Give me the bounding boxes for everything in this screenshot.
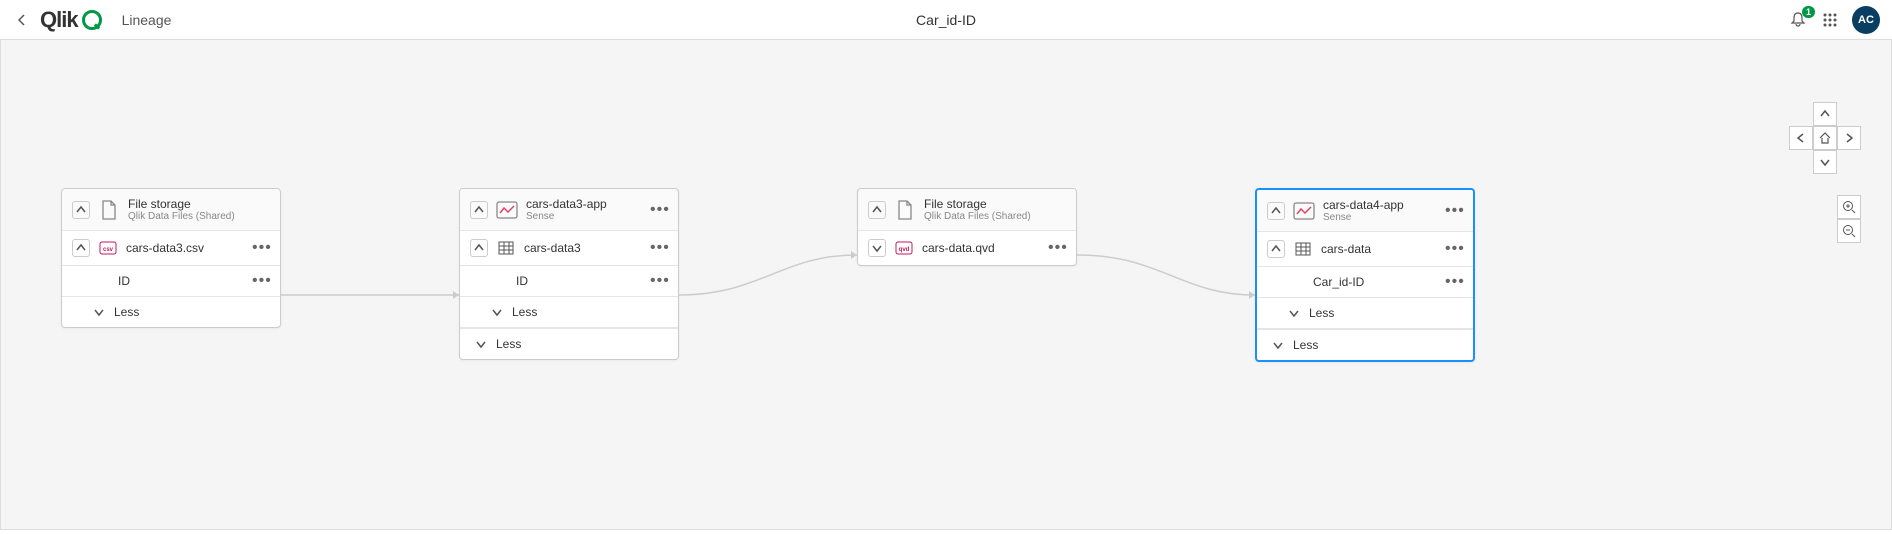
file-icon <box>894 199 916 221</box>
field-label: Car_id-ID <box>1313 275 1445 289</box>
pan-right-button[interactable] <box>1837 126 1861 150</box>
qlik-q-icon <box>82 10 102 30</box>
child-label: cars-data3 <box>524 241 650 255</box>
pan-controls <box>1789 102 1861 174</box>
field-row[interactable]: ID••• <box>460 266 678 297</box>
svg-text:csv: csv <box>103 247 114 253</box>
less-label: Less <box>114 305 270 319</box>
child-label: cars-data <box>1321 242 1445 256</box>
node-header: cars-data4-appSense••• <box>1257 190 1473 232</box>
node-subtitle: Sense <box>526 211 650 222</box>
less-label: Less <box>512 305 668 319</box>
chevron-down-icon <box>1289 308 1301 318</box>
node-title: cars-data3-app <box>526 197 650 211</box>
field-label: ID <box>516 274 650 288</box>
child-row[interactable]: cars-data3••• <box>460 231 678 266</box>
child-row[interactable]: cars-data••• <box>1257 232 1473 267</box>
node-header: cars-data3-appSense••• <box>460 189 678 231</box>
table-icon <box>496 240 516 256</box>
chevron-down-icon <box>476 339 488 349</box>
more-icon[interactable]: ••• <box>1048 243 1066 253</box>
app-icon <box>496 199 518 221</box>
less-label: Less <box>496 337 668 351</box>
breadcrumb: Lineage <box>122 12 172 28</box>
more-icon[interactable]: ••• <box>1445 244 1463 254</box>
header: Qlik Lineage Car_id-ID 1 AC <box>0 0 1892 40</box>
child-row[interactable]: csv cars-data3.csv••• <box>62 231 280 266</box>
chevron-down-icon <box>94 307 106 317</box>
pan-down-button[interactable] <box>1813 150 1837 174</box>
node-header: File storageQlik Data Files (Shared) <box>62 189 280 231</box>
lineage-node[interactable]: cars-data3-appSense•••cars-data3•••ID•••… <box>459 188 679 360</box>
page-title: Car_id-ID <box>916 12 976 28</box>
table-icon <box>1293 241 1313 257</box>
less-label: Less <box>1309 306 1463 320</box>
node-subtitle: Sense <box>1323 212 1445 223</box>
lineage-canvas[interactable]: File storageQlik Data Files (Shared)csvc… <box>0 40 1892 530</box>
child-label: cars-data.qvd <box>922 241 1048 255</box>
pan-left-button[interactable] <box>1789 126 1813 150</box>
more-icon[interactable]: ••• <box>1445 206 1463 216</box>
zoom-in-button[interactable] <box>1837 195 1861 219</box>
app-launcher-button[interactable] <box>1822 12 1838 28</box>
pan-home-button[interactable] <box>1813 126 1837 150</box>
less-button[interactable]: Less <box>460 297 678 328</box>
lineage-node[interactable]: cars-data4-appSense•••cars-data•••Car_id… <box>1255 188 1475 362</box>
collapse-button[interactable] <box>1267 202 1285 220</box>
field-row[interactable]: ID••• <box>62 266 280 297</box>
node-subtitle: Qlik Data Files (Shared) <box>128 211 270 222</box>
app-icon <box>1293 200 1315 222</box>
expand-button[interactable] <box>1267 240 1285 258</box>
csv-icon: csv <box>98 240 118 256</box>
less-label: Less <box>1293 338 1463 352</box>
file-icon <box>98 199 120 221</box>
expand-button[interactable] <box>470 239 488 257</box>
chevron-down-icon <box>1273 340 1285 350</box>
zoom-controls <box>1837 195 1861 243</box>
collapse-button[interactable] <box>470 201 488 219</box>
node-title: File storage <box>128 197 270 211</box>
avatar[interactable]: AC <box>1852 6 1880 34</box>
field-label: ID <box>118 274 252 288</box>
qlik-logo: Qlik <box>40 7 102 33</box>
collapse-button[interactable] <box>72 201 90 219</box>
more-icon[interactable]: ••• <box>252 243 270 253</box>
lineage-node[interactable]: File storageQlik Data Files (Shared)csvc… <box>61 188 281 328</box>
node-title: cars-data4-app <box>1323 198 1445 212</box>
qvd-icon: qvd <box>894 240 914 256</box>
less-button[interactable]: Less <box>62 297 280 327</box>
more-icon[interactable]: ••• <box>650 276 668 286</box>
more-icon[interactable]: ••• <box>252 276 270 286</box>
less-button[interactable]: Less <box>1257 329 1473 360</box>
more-icon[interactable]: ••• <box>650 205 668 215</box>
svg-text:qvd: qvd <box>899 247 910 253</box>
zoom-out-button[interactable] <box>1837 219 1861 243</box>
more-icon[interactable]: ••• <box>1445 277 1463 287</box>
expand-button[interactable] <box>868 239 886 257</box>
back-button[interactable] <box>12 10 32 30</box>
expand-button[interactable] <box>72 239 90 257</box>
child-row[interactable]: qvd cars-data.qvd••• <box>858 231 1076 265</box>
notification-badge: 1 <box>1802 6 1815 18</box>
notifications-button[interactable]: 1 <box>1790 11 1808 29</box>
less-button[interactable]: Less <box>1257 298 1473 329</box>
lineage-node[interactable]: File storageQlik Data Files (Shared) qvd c… <box>857 188 1077 266</box>
chevron-down-icon <box>492 307 504 317</box>
field-row[interactable]: Car_id-ID••• <box>1257 267 1473 298</box>
less-button[interactable]: Less <box>460 328 678 359</box>
node-subtitle: Qlik Data Files (Shared) <box>924 211 1066 222</box>
node-title: File storage <box>924 197 1066 211</box>
node-header: File storageQlik Data Files (Shared) <box>858 189 1076 231</box>
collapse-button[interactable] <box>868 201 886 219</box>
child-label: cars-data3.csv <box>126 241 252 255</box>
more-icon[interactable]: ••• <box>650 243 668 253</box>
pan-up-button[interactable] <box>1813 102 1837 126</box>
